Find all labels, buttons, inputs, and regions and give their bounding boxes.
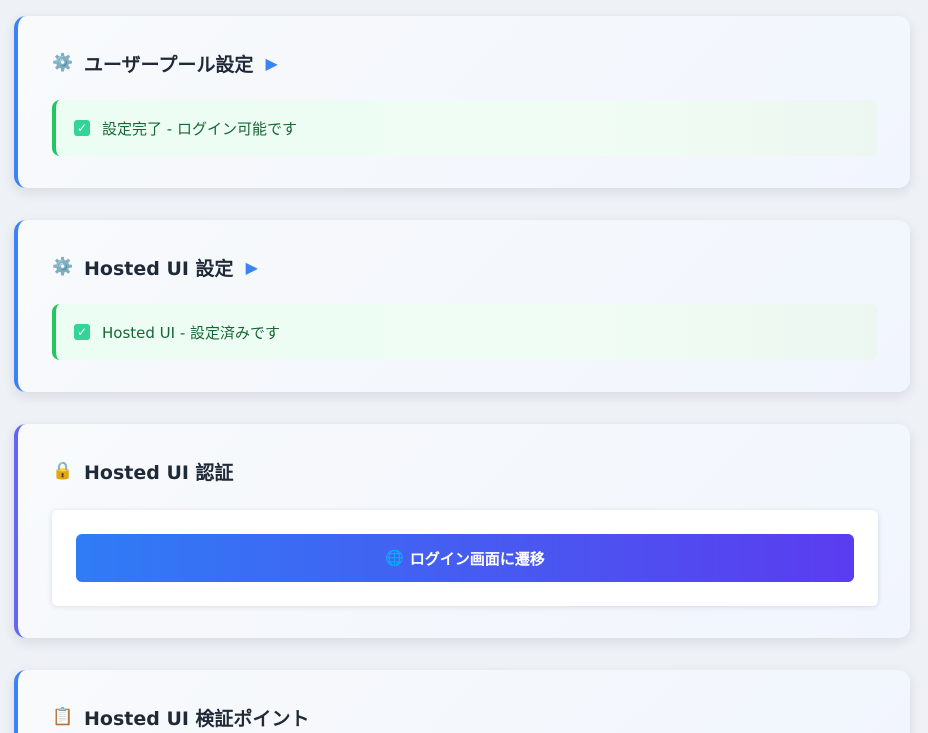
login-redirect-button-label: ログイン画面に遷移 <box>409 549 545 568</box>
hosted-ui-status-text: Hosted UI - 設定済みです <box>102 323 281 342</box>
hosted-ui-settings-header[interactable]: ⚙️ Hosted UI 設定 ▶ <box>52 254 878 280</box>
play-arrow-icon[interactable]: ▶ <box>265 54 277 73</box>
verification-points-header: 📋 Hosted UI 検証ポイント <box>52 704 878 730</box>
hosted-ui-auth-header: 🔒 Hosted UI 認証 <box>52 458 878 484</box>
verification-points-card: 📋 Hosted UI 検証ポイント <box>14 670 910 733</box>
user-pool-status-text: 設定完了 - ログイン可能です <box>102 119 297 138</box>
check-icon: ✓ <box>74 324 90 340</box>
clipboard-icon: 📋 <box>52 707 74 727</box>
check-icon: ✓ <box>74 120 90 136</box>
user-pool-settings-title: ユーザープール設定 <box>84 53 254 76</box>
gear-icon: ⚙️ <box>52 53 74 73</box>
hosted-ui-status-box: ✓ Hosted UI - 設定済みです <box>52 304 878 360</box>
hosted-ui-auth-card: 🔒 Hosted UI 認証 🌐 ログイン画面に遷移 <box>14 424 910 638</box>
verification-points-title: Hosted UI 検証ポイント <box>84 707 310 730</box>
lock-icon: 🔒 <box>52 461 74 481</box>
hosted-ui-settings-card: ⚙️ Hosted UI 設定 ▶ ✓ Hosted UI - 設定済みです <box>14 220 910 392</box>
login-redirect-button[interactable]: 🌐 ログイン画面に遷移 <box>76 534 854 582</box>
user-pool-settings-header[interactable]: ⚙️ ユーザープール設定 ▶ <box>52 50 878 76</box>
hosted-ui-auth-title: Hosted UI 認証 <box>84 461 234 484</box>
gear-icon: ⚙️ <box>52 257 74 277</box>
auth-panel: 🌐 ログイン画面に遷移 <box>52 510 878 606</box>
hosted-ui-settings-title: Hosted UI 設定 <box>84 257 234 280</box>
play-arrow-icon[interactable]: ▶ <box>246 258 258 277</box>
page: ⚙️ ユーザープール設定 ▶ ✓ 設定完了 - ログイン可能です ⚙️ Host… <box>0 0 928 733</box>
user-pool-settings-card: ⚙️ ユーザープール設定 ▶ ✓ 設定完了 - ログイン可能です <box>14 16 910 188</box>
user-pool-status-box: ✓ 設定完了 - ログイン可能です <box>52 100 878 156</box>
globe-icon: 🌐 <box>385 549 404 567</box>
